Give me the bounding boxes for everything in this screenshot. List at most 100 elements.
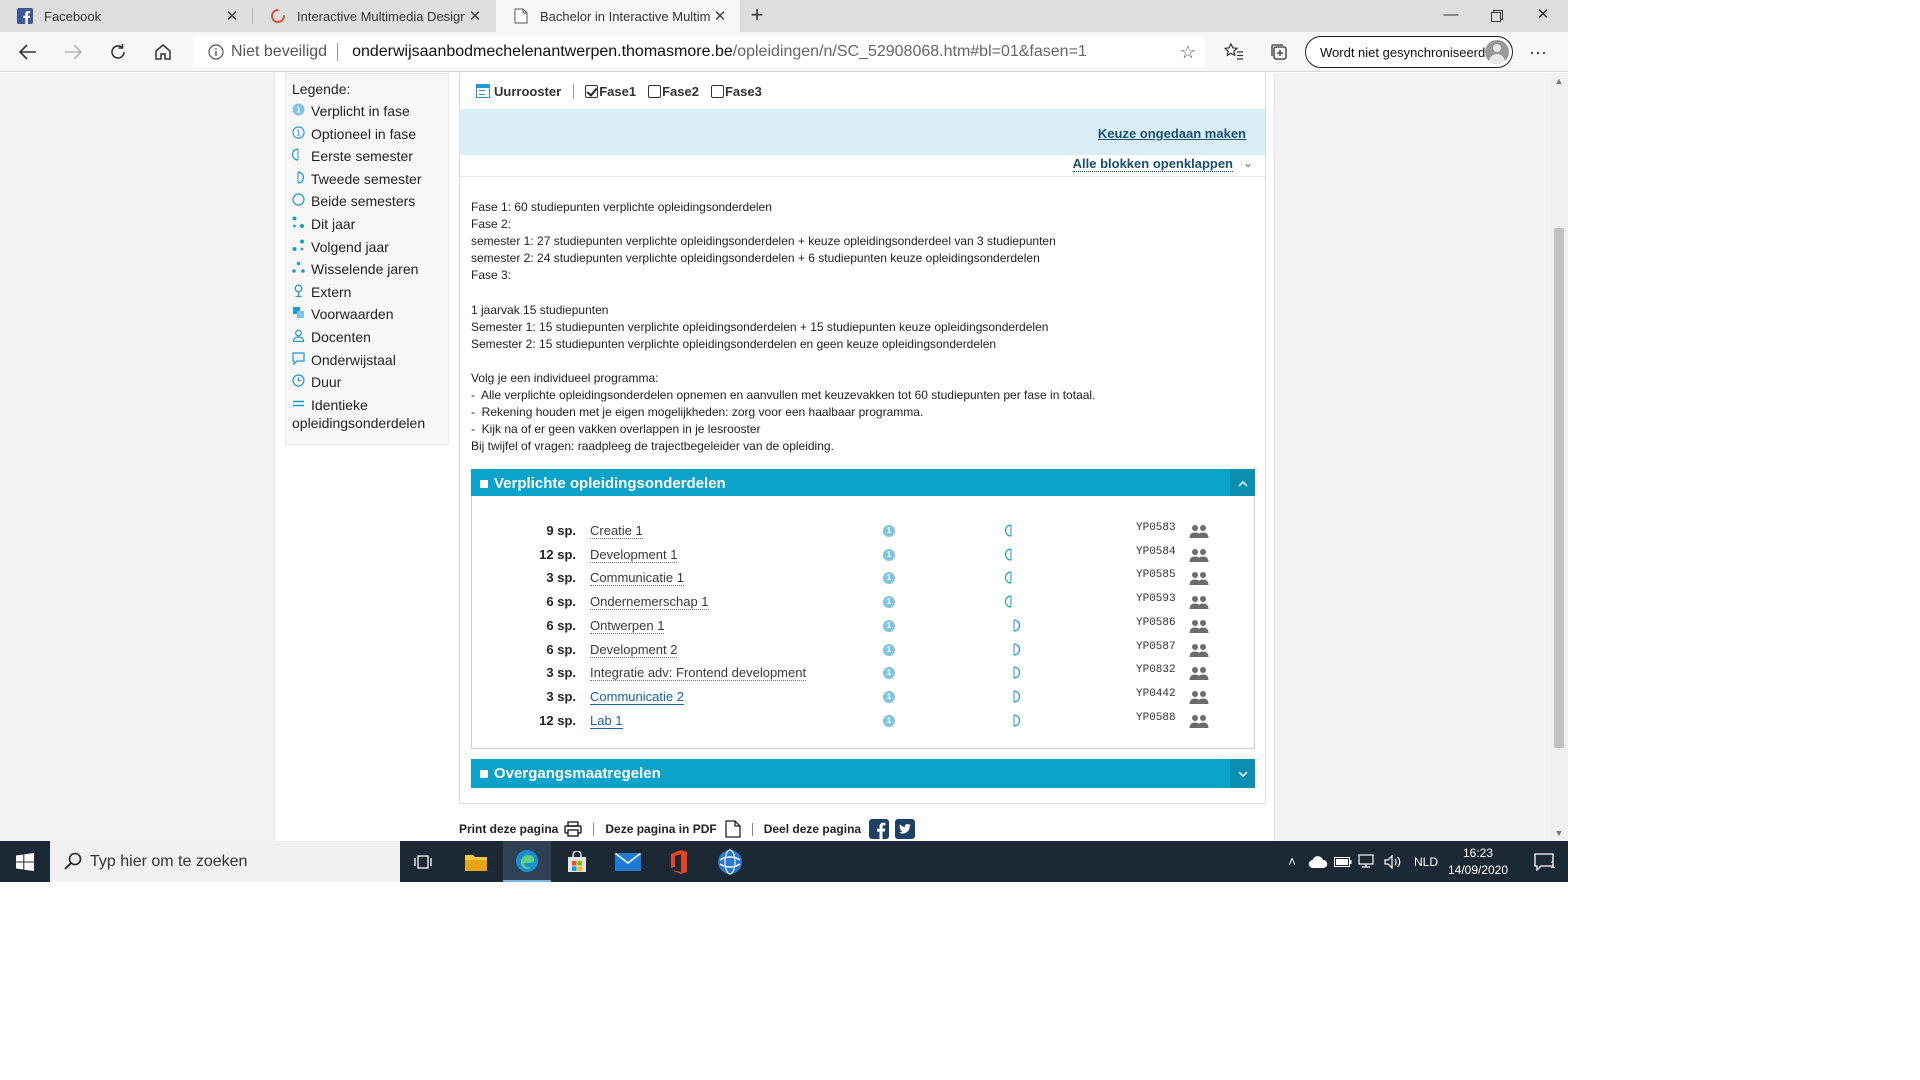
phase1-label[interactable]: Fase1 (599, 84, 636, 99)
search-icon (64, 852, 82, 870)
taskbar-search-box[interactable]: Typ hier om te zoeken (50, 841, 400, 882)
scrollbar-thumb[interactable] (1554, 228, 1564, 748)
taskbar-edge[interactable] (503, 841, 551, 882)
teachers-icon[interactable] (1189, 524, 1209, 541)
close-window-button[interactable]: ✕ (1520, 0, 1566, 32)
legend-item: Dit jaar (292, 215, 442, 238)
twitter-share-icon[interactable] (895, 819, 916, 839)
course-name-link[interactable]: Development 2 (590, 642, 678, 658)
course-name-link[interactable]: Ondernemerschap 1 (590, 594, 709, 611)
course-name-link[interactable]: Ontwerpen 1 (590, 618, 665, 634)
input-language-indicator[interactable]: NLD (1414, 855, 1438, 869)
print-page-link[interactable]: Print deze pagina (459, 822, 558, 836)
restore-button[interactable] (1474, 0, 1520, 32)
onedrive-icon[interactable] (1308, 855, 1328, 868)
teachers-icon[interactable] (1189, 595, 1209, 612)
taskbar-app-globe[interactable] (706, 841, 754, 882)
collapse-toggle[interactable] (1230, 469, 1255, 498)
teachers-icon[interactable] (1189, 571, 1209, 588)
legend-item: Extern (292, 283, 442, 306)
taskbar-file-explorer[interactable] (452, 841, 500, 882)
chevron-down-icon[interactable]: ⌄ (1243, 156, 1253, 170)
course-name-link[interactable]: Integratie adv: Frontend development (590, 665, 807, 682)
info-icon[interactable] (201, 44, 231, 60)
course-name-link[interactable]: Communicatie 1 (590, 570, 684, 587)
course-name-link[interactable]: Development 1 (590, 547, 678, 563)
facebook-share-icon[interactable] (869, 819, 890, 839)
close-icon[interactable]: ✕ (710, 7, 730, 25)
notifications-button[interactable]: 1 (1520, 841, 1568, 882)
section-bullet (480, 769, 488, 778)
transition-measures-header[interactable]: Overgangsmaatregelen (471, 759, 1255, 788)
taskbar-mail[interactable] (604, 841, 652, 882)
teachers-icon[interactable] (1189, 714, 1209, 731)
network-icon[interactable] (1358, 853, 1378, 870)
collections-icon[interactable] (1263, 36, 1295, 68)
page-scrollbar[interactable]: ▲ ▼ (1550, 73, 1568, 841)
forward-button[interactable] (57, 36, 89, 68)
new-tab-button[interactable]: + (743, 0, 771, 32)
teachers-icon[interactable] (1189, 643, 1209, 660)
pdf-document-icon[interactable] (725, 820, 741, 838)
course-credits: 6 sp. (546, 641, 576, 657)
second-semester-icon (1008, 713, 1021, 730)
teachers-icon[interactable] (1189, 690, 1209, 707)
teachers-icon[interactable] (1189, 619, 1209, 636)
legend-item-label: Volgend jaar (311, 238, 389, 255)
task-view-button[interactable] (400, 841, 448, 882)
volume-icon[interactable] (1384, 854, 1402, 869)
phase2-label[interactable]: Fase2 (662, 84, 699, 99)
tab-bachelor-interactive-multimedia[interactable]: Bachelor in Interactive Multimedi ✕ (496, 0, 740, 32)
taskbar-clock[interactable]: 16:23 14/09/2020 (1438, 845, 1518, 879)
close-icon[interactable]: ✕ (222, 7, 242, 25)
expand-toggle[interactable] (1230, 759, 1255, 788)
battery-icon[interactable] (1334, 856, 1352, 868)
teachers-icon[interactable] (1189, 548, 1209, 565)
start-button[interactable] (0, 841, 50, 882)
favorite-star-icon[interactable]: ☆ (1180, 42, 1196, 63)
course-row: 12 sp. Development 1 1 YP0584 (472, 543, 1254, 567)
course-name-link[interactable]: Lab 1 (590, 713, 623, 729)
phase2-checkbox[interactable] (648, 84, 662, 98)
legend-item-label: Beide semesters (311, 193, 416, 210)
duration-icon (292, 373, 311, 387)
refresh-button[interactable] (102, 36, 134, 68)
course-code: YP0583 (1136, 522, 1176, 534)
legend-item: Onderwijstaal (292, 351, 442, 374)
favorites-icon[interactable] (1218, 36, 1250, 68)
scroll-up-arrow[interactable]: ▲ (1550, 73, 1568, 89)
tab-facebook[interactable]: Facebook ✕ (0, 0, 252, 32)
undo-selection-link[interactable]: Keuze ongedaan maken (1098, 126, 1246, 141)
phase3-checkbox[interactable] (710, 84, 724, 98)
expand-all-link[interactable]: Alle blokken openklappen (1072, 156, 1233, 172)
course-name-link[interactable]: Communicatie 2 (590, 689, 684, 705)
minimize-button[interactable]: — (1428, 0, 1474, 32)
phase1-checkbox[interactable] (585, 84, 599, 98)
teachers-icon[interactable] (1189, 666, 1209, 683)
back-button[interactable] (12, 36, 44, 68)
address-bar[interactable]: Niet beveiligd onderwijsaanbodmechelenan… (193, 36, 1206, 68)
home-button[interactable] (147, 36, 179, 68)
more-menu-icon[interactable]: ··· (1522, 36, 1554, 68)
tab-interactive-multimedia-design[interactable]: Interactive Multimedia Design | T ✕ (253, 0, 495, 32)
sync-status-button[interactable]: Wordt niet gesynchroniseerd (1305, 36, 1513, 68)
intro-line: Semester 2: 15 studiepunten verplichte o… (471, 336, 997, 351)
mandatory-courses-header[interactable]: Verplichte opleidingsonderdelen (471, 469, 1255, 498)
profile-avatar (1485, 40, 1509, 64)
schedule-link[interactable]: Uurrooster (494, 84, 561, 99)
second-semester-icon (292, 170, 311, 184)
windows-taskbar: Typ hier om te zoeken ˄ NLD 16:23 14/09/… (0, 841, 1568, 882)
phase3-label[interactable]: Fase3 (725, 84, 762, 99)
phase-filter-row: Uurrooster Fase1 Fase2 Fase3 (460, 73, 1265, 109)
scroll-down-arrow[interactable]: ▼ (1550, 825, 1568, 841)
taskbar-store[interactable] (553, 841, 601, 882)
course-row: 3 sp. Communicatie 1 1 YP0585 (472, 566, 1254, 590)
close-icon[interactable]: ✕ (465, 7, 485, 25)
printer-icon[interactable] (564, 821, 583, 837)
course-name-link[interactable]: Creatie 1 (590, 523, 643, 539)
course-credits: 12 sp. (539, 546, 576, 562)
course-code: YP0588 (1136, 711, 1176, 724)
pdf-page-link[interactable]: Deze pagina in PDF (605, 822, 716, 836)
chevron-up-icon[interactable]: ˄ (1282, 854, 1302, 869)
taskbar-office[interactable] (655, 841, 703, 882)
